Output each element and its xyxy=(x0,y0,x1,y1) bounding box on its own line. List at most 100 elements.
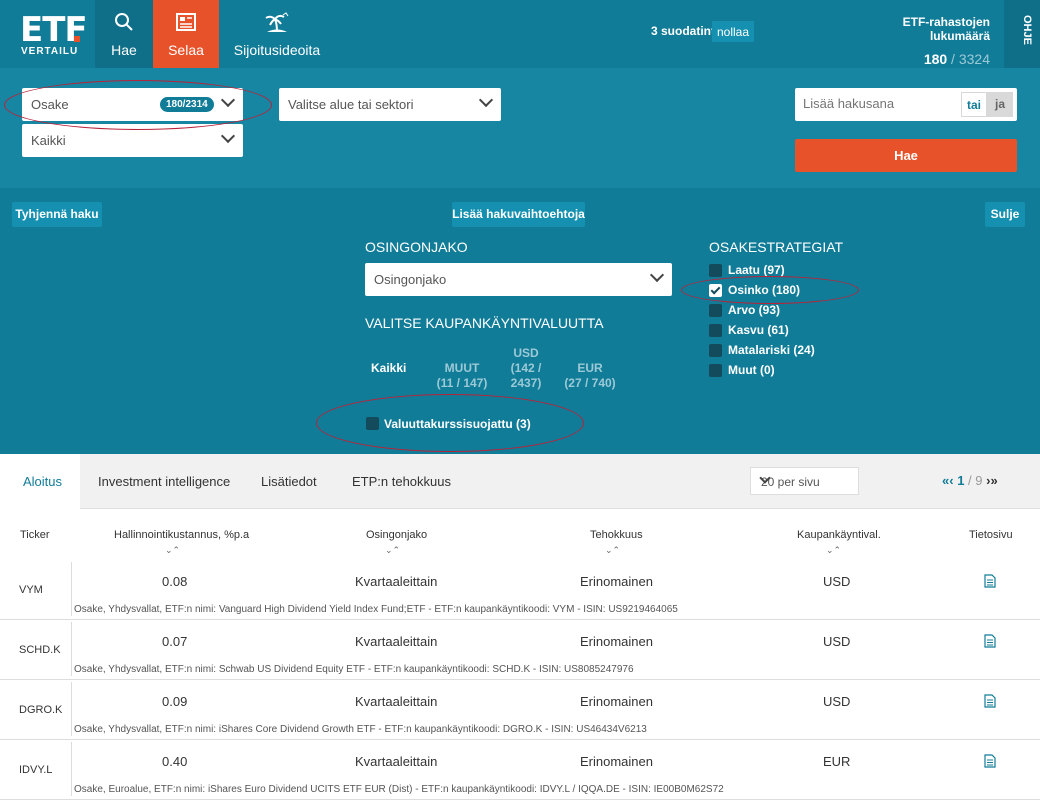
nav-ideas-label: Sijoitusideoita xyxy=(233,42,321,58)
sector-placeholder: Valitse alue tai sektori xyxy=(288,97,414,112)
row-currency: USD xyxy=(823,694,851,709)
strategy-section-title: OSAKESTRATEGIAT xyxy=(709,239,844,255)
document-icon[interactable] xyxy=(984,694,996,708)
nav-search-label: Hae xyxy=(111,42,137,58)
document-icon[interactable] xyxy=(984,574,996,588)
row-efficiency: Erinomainen xyxy=(580,574,653,589)
tab-start-label: Aloitus xyxy=(23,474,63,489)
reset-filters-button[interactable]: nollaa xyxy=(712,21,754,42)
next-page-button[interactable]: ›» xyxy=(986,473,998,488)
sector-select[interactable]: Valitse alue tai sektori xyxy=(279,88,501,121)
row-dividend: Kvartaaleittain xyxy=(355,574,438,589)
currency-usd-label: USD xyxy=(513,346,539,360)
row-efficiency: Erinomainen xyxy=(580,694,653,709)
currency-usd-count-a: (142 / xyxy=(510,361,542,375)
currency-eur-count: (27 / 740) xyxy=(564,376,616,390)
row-ticker-text: IDVY.L xyxy=(19,764,53,776)
strategy-value-label: Arvo (93) xyxy=(728,303,781,317)
sort-dividend-icon[interactable]: ⌄⌃ xyxy=(385,545,400,556)
row-ticker[interactable]: SCHD.K xyxy=(0,620,65,680)
row-dividend: Kvartaaleittain xyxy=(355,634,438,649)
currency-other-option[interactable]: MUUT (11 / 147) xyxy=(432,361,492,391)
nav-ideas-button[interactable]: Sijoitusideoita xyxy=(219,0,335,68)
currency-eur-label: EUR xyxy=(577,361,603,375)
or-toggle[interactable]: tai xyxy=(961,92,987,117)
row-description: Osake, Yhdysvallat, ETF:n nimi: Schwab U… xyxy=(74,664,634,675)
row-fee: 0.07 xyxy=(162,634,188,649)
row-ticker[interactable]: VYM xyxy=(0,560,65,620)
tab-additional-info[interactable]: Lisätiedot xyxy=(261,474,317,489)
sort-efficiency-icon[interactable]: ⌄⌃ xyxy=(605,545,620,556)
document-icon[interactable] xyxy=(984,754,996,768)
help-tab[interactable]: OHJE xyxy=(1004,0,1040,68)
currency-all-option[interactable]: Kaikki xyxy=(371,361,406,375)
and-toggle[interactable]: ja xyxy=(987,92,1013,117)
per-page-select[interactable]: 20 per sivu xyxy=(750,467,859,495)
currency-usd-option[interactable]: USD (142 / 2437) xyxy=(503,346,549,391)
prev-page-button[interactable]: «‹ xyxy=(942,473,954,488)
close-panel-button[interactable]: Sulje xyxy=(985,202,1025,227)
table-row[interactable]: VYM 0.08 Kvartaaleittain Erinomainen USD… xyxy=(0,560,1040,620)
tab-investment-intelligence[interactable]: Investment intelligence xyxy=(98,474,230,489)
clear-search-button[interactable]: Tyhjennä haku xyxy=(12,202,102,227)
strategy-other-label: Muut (0) xyxy=(728,363,775,377)
currency-other-label: MUUT xyxy=(444,361,480,375)
nav-browse-button[interactable]: Selaa xyxy=(153,0,219,68)
more-options-button[interactable]: Lisää hakuvaihtoehtoja xyxy=(452,202,585,227)
logo-subtext: VERTAILU xyxy=(21,46,79,57)
table-row[interactable]: DGRO.K 0.09 Kvartaaleittain Erinomainen … xyxy=(0,680,1040,740)
results-tabs: Aloitus Investment intelligence Lisätied… xyxy=(0,454,1040,509)
strategy-growth-label: Kasvu (61) xyxy=(728,323,789,337)
table-row[interactable]: IDVY.L 0.40 Kvartaaleittain Erinomainen … xyxy=(0,740,1040,800)
chevron-down-icon xyxy=(649,267,665,283)
logo[interactable]: ETF VERTAILU xyxy=(0,0,95,68)
search-icon xyxy=(115,13,133,31)
column-header-fee[interactable]: Hallinnointikustannus, %p.a xyxy=(114,529,249,541)
dividend-select[interactable]: Osingonjako xyxy=(365,263,672,296)
keyword-input[interactable] xyxy=(803,96,953,111)
help-label: OHJE xyxy=(1021,15,1033,45)
row-ticker-text: VYM xyxy=(19,584,43,596)
dividend-section-title: OSINGONJAKO xyxy=(365,239,468,255)
palm-island-icon xyxy=(265,12,289,33)
sort-fee-icon[interactable]: ⌄⌃ xyxy=(165,545,180,556)
row-dividend: Kvartaaleittain xyxy=(355,694,438,709)
pagination: «‹ 1 / 9 ›» xyxy=(942,473,998,488)
row-ticker[interactable]: DGRO.K xyxy=(0,680,65,740)
row-ticker[interactable]: IDVY.L xyxy=(0,740,65,800)
row-fee: 0.08 xyxy=(162,574,188,589)
chevron-down-icon xyxy=(220,128,236,144)
currency-other-count: (11 / 147) xyxy=(436,376,488,390)
etf-count: ETF-rahastojen lukumäärä 180 / 3324 xyxy=(840,15,990,67)
strategy-quality-checkbox[interactable] xyxy=(709,264,722,277)
currency-eur-option[interactable]: EUR (27 / 740) xyxy=(560,361,620,391)
row-currency: EUR xyxy=(823,754,851,769)
strategy-growth-checkbox[interactable] xyxy=(709,324,722,337)
page-separator: / xyxy=(964,473,976,488)
annotation-oval-asset xyxy=(4,80,272,130)
newspaper-icon xyxy=(176,13,196,31)
column-header-info-page: Tietosivu xyxy=(969,529,1013,541)
sort-currency-icon[interactable]: ⌄⌃ xyxy=(826,545,841,556)
logo-dot xyxy=(74,36,80,42)
column-header-efficiency[interactable]: Tehokkuus xyxy=(590,529,643,541)
column-header-currency[interactable]: Kaupankäyntival. xyxy=(797,529,881,541)
nav-browse-label: Selaa xyxy=(168,42,204,58)
search-button[interactable]: Hae xyxy=(795,139,1017,172)
table-row[interactable]: SCHD.K 0.07 Kvartaaleittain Erinomainen … xyxy=(0,620,1040,680)
row-currency: USD xyxy=(823,634,851,649)
column-header-dividend[interactable]: Osingonjako xyxy=(366,529,427,541)
strategy-value-checkbox[interactable] xyxy=(709,304,722,317)
strategy-lowrisk-checkbox[interactable] xyxy=(709,344,722,357)
tab-start[interactable]: Aloitus xyxy=(0,454,80,509)
column-header-ticker: Ticker xyxy=(20,529,50,541)
nav-search-button[interactable]: Hae xyxy=(95,0,153,68)
keyword-box: tai ja xyxy=(795,88,1017,121)
etf-count-value: 180 / 3324 xyxy=(840,51,990,67)
strategy-quality-label: Laatu (97) xyxy=(728,263,785,277)
row-fee: 0.40 xyxy=(162,754,188,769)
row-currency: USD xyxy=(823,574,851,589)
tab-etp-efficiency[interactable]: ETP:n tehokkuus xyxy=(352,474,451,489)
strategy-other-checkbox[interactable] xyxy=(709,364,722,377)
document-icon[interactable] xyxy=(984,634,996,648)
